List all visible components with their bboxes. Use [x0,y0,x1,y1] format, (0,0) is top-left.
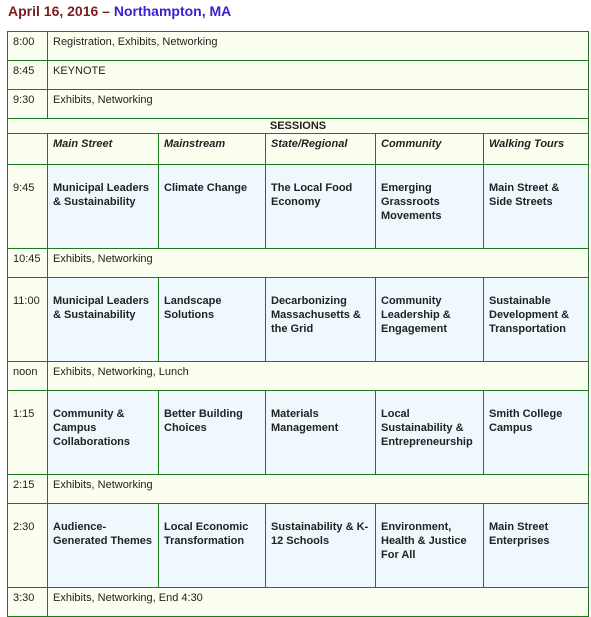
session-cell: Audience-Generated Themes [47,503,159,588]
activity-cell: Exhibits, Networking, Lunch [47,361,589,391]
activity-cell: Exhibits, Networking, End 4:30 [47,587,589,617]
session-cell: Sustainable Development & Transportation [483,277,589,362]
time-cell: 2:30 [7,503,48,588]
break-row: 3:30 Exhibits, Networking, End 4:30 [7,587,589,617]
schedule-table: 8:00 Registration, Exhibits, Networking … [7,31,589,617]
session-cell: Materials Management [265,390,376,475]
session-row: 1:15 Community & Campus Collaborations B… [7,390,589,475]
sessions-banner-row: SESSIONS [7,118,589,134]
sessions-banner: SESSIONS [7,118,589,134]
time-cell: 11:00 [7,277,48,362]
time-cell: 9:30 [7,89,48,119]
session-cell: Environment, Health & Justice For All [375,503,484,588]
event-location: Northampton, MA [113,3,232,19]
session-cell: Decarbonizing Massachusetts & the Grid [265,277,376,362]
schedule-row: 9:30 Exhibits, Networking [7,89,589,119]
time-cell: 10:45 [7,248,48,278]
track-header: Mainstream [158,133,266,165]
break-row: 2:15 Exhibits, Networking [7,474,589,504]
time-cell: 3:30 [7,587,48,617]
track-header: Main Street [47,133,159,165]
session-cell: Municipal Leaders & Sustainability [47,164,159,249]
session-cell: Local Economic Transformation [158,503,266,588]
activity-cell: KEYNOTE [47,60,589,90]
session-cell: Community & Campus Collaborations [47,390,159,475]
track-header: Community [375,133,484,165]
session-cell: Smith College Campus [483,390,589,475]
activity-cell: Registration, Exhibits, Networking [47,31,589,61]
session-cell: Main Street & Side Streets [483,164,589,249]
session-cell: Main Street Enterprises [483,503,589,588]
time-cell: 2:15 [7,474,48,504]
session-cell: Municipal Leaders & Sustainability [47,277,159,362]
session-cell: Landscape Solutions [158,277,266,362]
session-cell: Emerging Grassroots Movements [375,164,484,249]
activity-cell: Exhibits, Networking [47,248,589,278]
time-cell: 1:15 [7,390,48,475]
title-separator: – [102,3,110,19]
break-row: noon Exhibits, Networking, Lunch [7,361,589,391]
page-title: April 16, 2016 – Northampton, MA [8,3,231,19]
session-cell: Local Sustainability & Entrepreneurship [375,390,484,475]
session-row: 2:30 Audience-Generated Themes Local Eco… [7,503,589,588]
session-cell: Community Leadership & Engagement [375,277,484,362]
time-cell: 9:45 [7,164,48,249]
schedule-row: 8:00 Registration, Exhibits, Networking [7,31,589,61]
time-cell: noon [7,361,48,391]
track-header-row: Main Street Mainstream State/Regional Co… [7,133,589,165]
schedule-row: 8:45 KEYNOTE [7,60,589,90]
activity-cell: Exhibits, Networking [47,89,589,119]
activity-cell: Exhibits, Networking [47,474,589,504]
session-cell: Climate Change [158,164,266,249]
empty-header-cell [7,133,48,165]
track-header: Walking Tours [483,133,589,165]
session-cell: Sustainability & K-12 Schools [265,503,376,588]
session-row: 11:00 Municipal Leaders & Sustainability… [7,277,589,362]
track-header: State/Regional [265,133,376,165]
session-cell: The Local Food Economy [265,164,376,249]
session-cell: Better Building Choices [158,390,266,475]
break-row: 10:45 Exhibits, Networking [7,248,589,278]
session-row: 9:45 Municipal Leaders & Sustainability … [7,164,589,249]
time-cell: 8:45 [7,60,48,90]
time-cell: 8:00 [7,31,48,61]
event-date: April 16, 2016 [8,3,99,19]
